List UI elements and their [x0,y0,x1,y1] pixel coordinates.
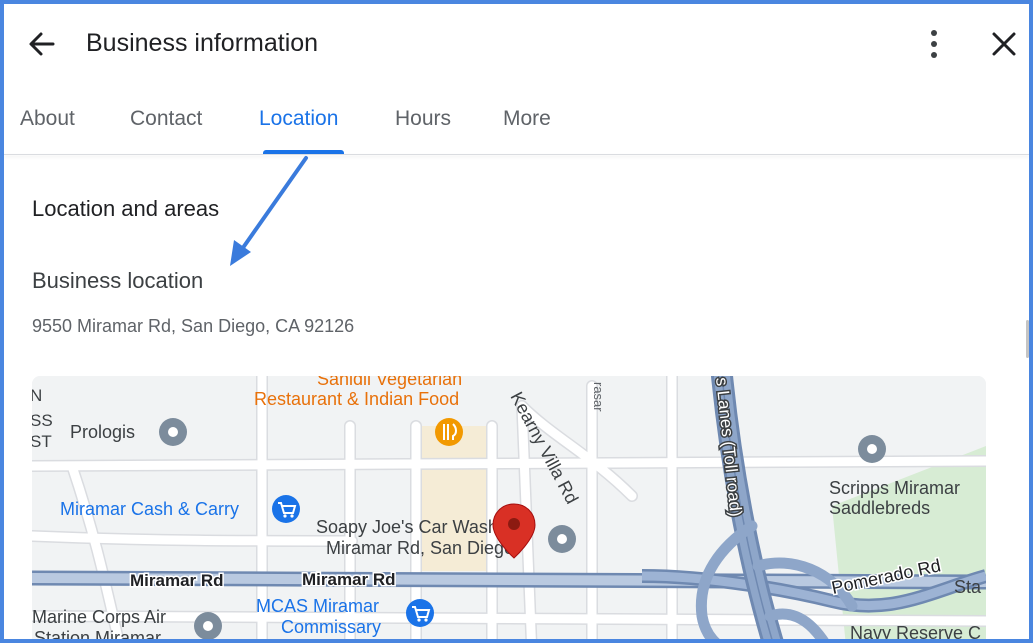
map-label-mcas-line1: MCAS Miramar [256,596,379,616]
arrow-back-icon [29,32,55,56]
shopping-cart-icon[interactable] [406,599,434,627]
map-label-prologis: Prologis [70,422,135,442]
map-label-sta-fragment: Sta [954,577,982,597]
tab-location[interactable]: Location [259,104,338,134]
scrollbar-thumb[interactable] [1026,320,1029,358]
map-label-miramar-rd-center: Miramar Rd [302,570,396,589]
map-label-navy-reserve: Navy Reserve C [850,623,981,643]
map-label-mcas-line2: Commissary [281,617,381,637]
map-label-miramar-cash-carry: Miramar Cash & Carry [60,499,239,519]
map-label-edge-n: N [32,386,42,405]
place-icon[interactable] [548,525,576,553]
tab-more[interactable]: More [503,104,551,134]
place-icon[interactable] [858,435,886,463]
business-address: 9550 Miramar Rd, San Diego, CA 92126 [32,316,355,336]
map-label-edge-st: ST [32,432,52,451]
tab-about[interactable]: About [20,104,75,134]
map-label-street-fragment: rasar [591,382,606,412]
location-map[interactable]: Sanidil Vegetarian Restaurant & Indian F… [32,376,986,643]
map-label-scripps-line2: Saddlebreds [829,498,930,518]
panel-header: Business information [4,4,1029,84]
header-divider [4,154,1029,155]
business-location-label: Business location [32,268,204,293]
more-vert-icon [931,30,937,58]
map-label-soapy-joes-line2: Miramar Rd, San Diego [326,538,514,558]
map-label-restaurant-line1: Sanidil Vegetarian [317,376,462,389]
tab-bar: About Contact Location Hours More [4,92,1029,156]
map-label-soapy-joes-line1: Soapy Joe's Car Wash - [316,517,509,537]
place-icon[interactable] [194,612,222,640]
map-label-marine-line2: Station Miramar [34,628,161,643]
page-title: Business information [86,29,319,57]
more-options-button[interactable] [916,24,952,64]
section-heading: Location and areas [32,196,220,221]
close-button[interactable] [986,26,1022,62]
map-label-marine-line1: Marine Corps Air [32,607,166,627]
restaurant-icon[interactable] [435,418,463,446]
close-icon [992,32,1016,56]
tab-contact[interactable]: Contact [130,104,202,134]
place-icon[interactable] [159,418,187,446]
business-information-panel: Business information About Contact Locat… [0,0,1033,643]
shopping-cart-icon[interactable] [272,495,300,523]
map-label-edge-ss: SS [32,411,53,430]
tab-hours[interactable]: Hours [395,104,451,134]
map-label-restaurant-line2: Restaurant & Indian Food [254,389,459,409]
back-button[interactable] [24,26,60,62]
map-label-scripps-line1: Scripps Miramar [829,478,960,498]
map-label-miramar-rd-left: Miramar Rd [130,571,224,590]
